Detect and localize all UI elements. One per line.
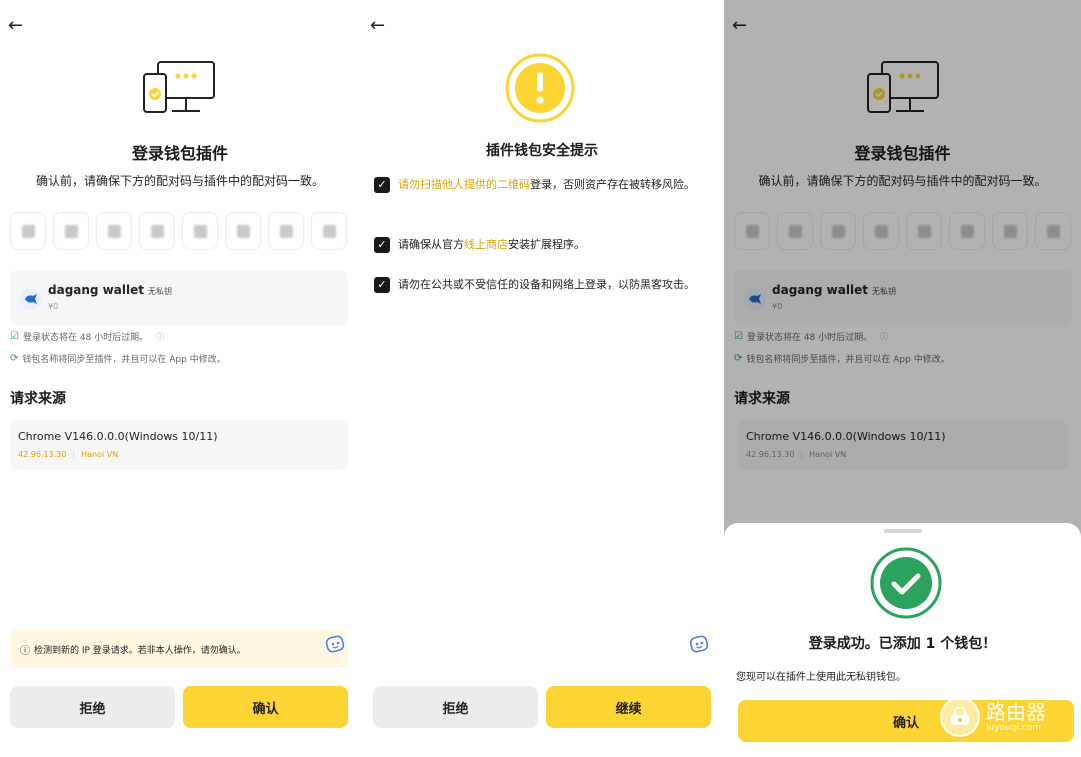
pairing-code-digit bbox=[182, 212, 218, 250]
source-browser: Chrome V146.0.0.0(Windows 10/11) bbox=[18, 430, 218, 443]
continue-button[interactable]: 继续 bbox=[546, 686, 711, 728]
online-store-link: 线上商店 bbox=[464, 238, 508, 251]
info-circle-icon: ⓘ bbox=[20, 645, 30, 657]
pairing-code-digit bbox=[96, 212, 132, 250]
checkbox-checked-icon[interactable]: ✓ bbox=[374, 237, 390, 253]
assistant-bot-icon[interactable] bbox=[688, 632, 710, 654]
wallet-tag: 无私钥 bbox=[147, 287, 172, 296]
reject-button[interactable]: 拒绝 bbox=[373, 686, 538, 728]
sync-note: ⟳ 钱包名称将同步至插件，并且可以在 App 中修改。 bbox=[10, 353, 226, 365]
wallet-card: dagang wallet 无私钥 ¥0 bbox=[10, 270, 348, 325]
warning-icon bbox=[505, 53, 575, 123]
pairing-code-digit bbox=[139, 212, 175, 250]
pairing-code-digit bbox=[311, 212, 347, 250]
shield-check-icon: ☑ bbox=[10, 331, 19, 342]
source-card: Chrome V146.0.0.0(Windows 10/11) 42.96.1… bbox=[10, 420, 348, 470]
confirm-button[interactable]: 确认 bbox=[738, 700, 1074, 742]
checkbox-checked-icon[interactable]: ✓ bbox=[374, 277, 390, 293]
success-description: 您现可以在插件上使用此无私钥钱包。 bbox=[736, 672, 906, 683]
assistant-bot-icon[interactable] bbox=[324, 632, 346, 654]
security-tips-screen: ← 插件钱包安全提示 ✓ 请勿扫描他人提供的二维码登录，否则资产存在被转移风险。… bbox=[362, 0, 722, 757]
success-title: 登录成功。已添加 1 个钱包！ bbox=[808, 636, 997, 652]
security-tip-item[interactable]: ✓ 请确保从官方线上商店安装扩展程序。 bbox=[374, 236, 714, 254]
info-icon[interactable]: ⓘ bbox=[156, 331, 164, 342]
page-title: 登录钱包插件 bbox=[131, 144, 228, 163]
pairing-code-digit bbox=[225, 212, 261, 250]
sheet-drag-handle[interactable] bbox=[884, 529, 922, 533]
wallet-avatar-icon bbox=[20, 288, 42, 310]
confirm-button[interactable]: 确认 bbox=[183, 686, 348, 728]
login-success-screen: ← 登录钱包插件 确认前，请确保下方的配对码与插件中的配对码一致。 dagang… bbox=[724, 0, 1081, 757]
pairing-code-digit bbox=[268, 212, 304, 250]
pairing-code-row bbox=[10, 212, 347, 250]
reject-button[interactable]: 拒绝 bbox=[10, 686, 175, 728]
source-meta: 42.96.13.30 | Hanoi VN bbox=[18, 450, 119, 459]
page-title: 插件钱包安全提示 bbox=[486, 143, 598, 159]
source-heading: 请求来源 bbox=[10, 391, 66, 407]
login-screen: ← 登录钱包插件 确认前，请确保下方的配对码与插件中的配对码一致。 dagang… bbox=[0, 0, 360, 757]
devices-illustration bbox=[143, 61, 215, 113]
back-arrow-icon[interactable]: ← bbox=[8, 14, 28, 38]
wallet-balance: ¥0 bbox=[48, 302, 59, 311]
pairing-code-digit bbox=[10, 212, 46, 250]
security-tip-item[interactable]: ✓ 请勿扫描他人提供的二维码登录，否则资产存在被转移风险。 bbox=[374, 176, 714, 194]
success-sheet: 登录成功。已添加 1 个钱包！ 您现可以在插件上使用此无私钥钱包。 确认 bbox=[724, 523, 1081, 757]
checkbox-checked-icon[interactable]: ✓ bbox=[374, 177, 390, 193]
success-check-icon bbox=[870, 547, 942, 619]
wallet-name: dagang wallet 无私钥 bbox=[48, 283, 172, 297]
security-tip-item[interactable]: ✓ 请勿在公共或不受信任的设备和网络上登录，以防黑客攻击。 bbox=[374, 276, 714, 294]
pairing-code-digit bbox=[53, 212, 89, 250]
back-arrow-icon[interactable]: ← bbox=[370, 14, 390, 38]
new-ip-alert: ⓘ 检测到新的 IP 登录请求。若非本人操作，请勿确认。 bbox=[10, 630, 348, 668]
sync-icon: ⟳ bbox=[10, 353, 19, 364]
page-subtitle: 确认前，请确保下方的配对码与插件中的配对码一致。 bbox=[35, 174, 324, 188]
expiry-note: ☑ 登录状态将在 48 小时后过期。 ⓘ bbox=[10, 331, 165, 343]
